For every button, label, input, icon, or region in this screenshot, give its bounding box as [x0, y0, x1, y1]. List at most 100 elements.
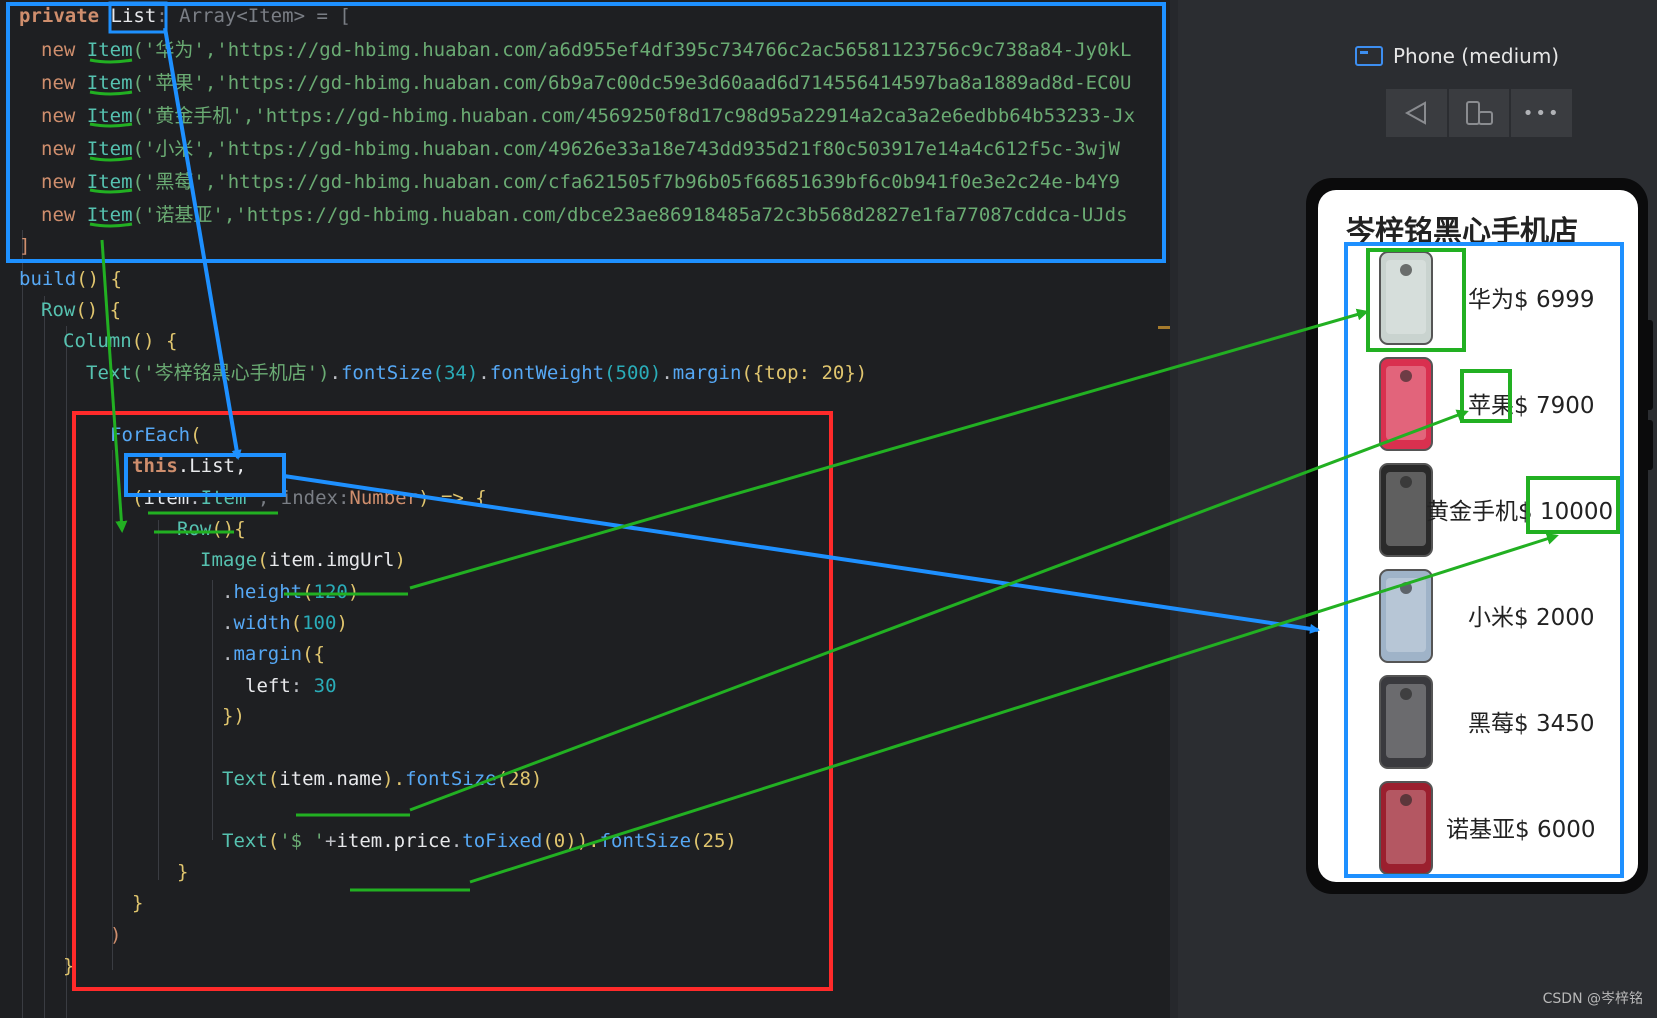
dot: . [222, 612, 234, 634]
text-fn: Text [222, 830, 268, 852]
watermark: CSDN @岑梓铭 [1542, 991, 1643, 1007]
editor-scrollbar[interactable] [1170, 0, 1178, 1018]
arg: (25) [691, 830, 737, 852]
product-row[interactable]: 小米$ 2000 [1318, 564, 1638, 670]
code-line-close-bracket[interactable]: ] [19, 230, 30, 263]
item-class: Item [86, 105, 133, 127]
foreach-rest: ( [190, 424, 202, 446]
keyword: private [19, 5, 100, 27]
code-line-brace[interactable]: } [177, 856, 188, 889]
code-line-item[interactable]: new Item('黄金手机','https://gd-hbimg.huaban… [41, 100, 1135, 133]
code-line-item[interactable]: new Item('诺基亚','https://gd-hbimg.huaban.… [41, 199, 1128, 232]
comma: , [246, 487, 281, 509]
code-line-text-name[interactable]: Text(item.name).fontSize(28) [222, 763, 542, 796]
code-editor[interactable]: private List: Array<Item> = [ new Item('… [0, 0, 1178, 1018]
bracket: } [132, 892, 144, 914]
item-args: ('黑莓','https://gd-hbimg.huaban.com/cfa62… [132, 171, 1120, 193]
item-name-ref: item.name [279, 768, 383, 790]
phone-side-button [1648, 320, 1653, 410]
method: width [233, 612, 291, 634]
foreach-fn: ForEach [110, 424, 191, 446]
code-line-image[interactable]: Image(item.imgUrl) [200, 544, 406, 577]
column-rest: () { [131, 330, 178, 352]
image-fn: Image [200, 549, 258, 571]
code-line-width[interactable]: .width(100) [222, 607, 348, 640]
code-line-item[interactable]: new Item('小米','https://gd-hbimg.huaban.c… [41, 133, 1120, 166]
code-line-brace[interactable]: } [63, 950, 74, 983]
item-class: Item [86, 171, 133, 193]
product-name: 黄金手机 [1426, 499, 1518, 525]
number: 30 [313, 675, 337, 697]
param-item: item [143, 487, 190, 509]
code-line-margin[interactable]: .margin({ [222, 638, 325, 671]
code-line-1[interactable]: private List: Array<Item> = [ [19, 0, 351, 33]
indent-guide [66, 326, 67, 1018]
arg: (0) [542, 830, 577, 852]
indent-guide [44, 296, 45, 1018]
code-line-item[interactable]: new Item('黑莓','https://gd-hbimg.huaban.c… [41, 166, 1120, 199]
item-price-ref: item.price [336, 830, 451, 852]
this-keyword: this [132, 455, 178, 477]
dot: . [450, 830, 463, 852]
product-label: 华为$ 6999 [1468, 280, 1594, 314]
product-image [1364, 354, 1448, 454]
code-line-lambda[interactable]: (item:Item , index:Number) => { [132, 482, 487, 515]
indent-guide [212, 580, 213, 840]
code-line-paren[interactable]: ) [110, 919, 121, 952]
code-line-this-list[interactable]: this.List, [132, 450, 246, 483]
method: margin [672, 362, 742, 384]
method: margin [233, 643, 303, 665]
code-line-text-price[interactable]: Text('$ '+item.price.toFixed(0)).fontSiz… [222, 825, 737, 858]
item-args: ('苹果','https://gd-hbimg.huaban.com/6b9a7… [132, 72, 1132, 94]
paren: ( [132, 487, 144, 509]
row-rest: (){ [211, 518, 246, 540]
paren: ( [290, 612, 303, 634]
code-line-close-obj[interactable]: }) [222, 700, 245, 733]
code-line-item[interactable]: new Item('苹果','https://gd-hbimg.huaban.c… [41, 67, 1131, 100]
method: fontSize [599, 830, 692, 852]
text-fn: Text [222, 768, 268, 790]
dot: . [329, 362, 341, 384]
product-row[interactable]: 苹果$ 7900 [1318, 352, 1638, 458]
item-class: Item [86, 204, 133, 226]
rotate-button[interactable] [1448, 89, 1510, 137]
product-name: 小米 [1468, 605, 1514, 631]
product-price: $ 10000 [1518, 499, 1614, 525]
product-row[interactable]: 黑莓$ 3450 [1318, 670, 1638, 776]
product-label: 苹果$ 7900 [1468, 386, 1594, 420]
product-name: 苹果 [1468, 393, 1514, 419]
device-selector[interactable]: Phone (medium) [1355, 44, 1559, 68]
code-line-left[interactable]: left: 30 [245, 670, 337, 703]
code-line-build[interactable]: build() { [19, 263, 122, 296]
phone-screen[interactable]: 岑梓铭黑心手机店 华为$ 6999 苹果$ 7900 黄金手机$ 10000 小米$ … [1318, 190, 1638, 882]
product-row[interactable]: 黄金手机$ 10000 [1318, 458, 1638, 564]
colon: : [337, 487, 350, 509]
code-line-item[interactable]: new Item('华为','https://gd-hbimg.huaban.c… [41, 34, 1131, 67]
build-rest: () { [76, 268, 122, 290]
key: left [245, 675, 291, 697]
code-line-brace[interactable]: } [132, 887, 143, 920]
dot: . [222, 643, 234, 665]
item-class: Item [86, 138, 133, 160]
product-row[interactable]: 华为$ 6999 [1318, 246, 1638, 352]
product-name: 华为 [1468, 287, 1514, 313]
colon: : [290, 675, 314, 697]
bracket: } [63, 955, 75, 977]
product-name: 黑莓 [1468, 711, 1514, 737]
code-line-text-title[interactable]: Text('岑梓铭黑心手机店').fontSize(34).fontWeight… [86, 357, 867, 390]
back-button[interactable] [1386, 89, 1447, 137]
list-ref: .List, [177, 455, 247, 477]
indent-guide [112, 450, 113, 970]
text-fn: Text [86, 362, 132, 384]
code-line-row[interactable]: Row() { [41, 294, 121, 327]
shop-title: 岑梓铭黑心手机店 [1346, 214, 1579, 248]
product-row[interactable]: 诺基亚$ 6000 [1318, 776, 1638, 882]
code-line-height[interactable]: .height(120) [222, 576, 359, 609]
code-line-foreach[interactable]: ForEach( [110, 419, 202, 452]
code-line-row2[interactable]: Row(){ [177, 513, 246, 546]
list-type: : Array<Item> = [ [156, 5, 351, 27]
dot: . [661, 362, 673, 384]
more-button[interactable]: ••• [1511, 89, 1573, 137]
code-line-column[interactable]: Column() { [63, 325, 177, 358]
param-type: Number [349, 487, 419, 509]
